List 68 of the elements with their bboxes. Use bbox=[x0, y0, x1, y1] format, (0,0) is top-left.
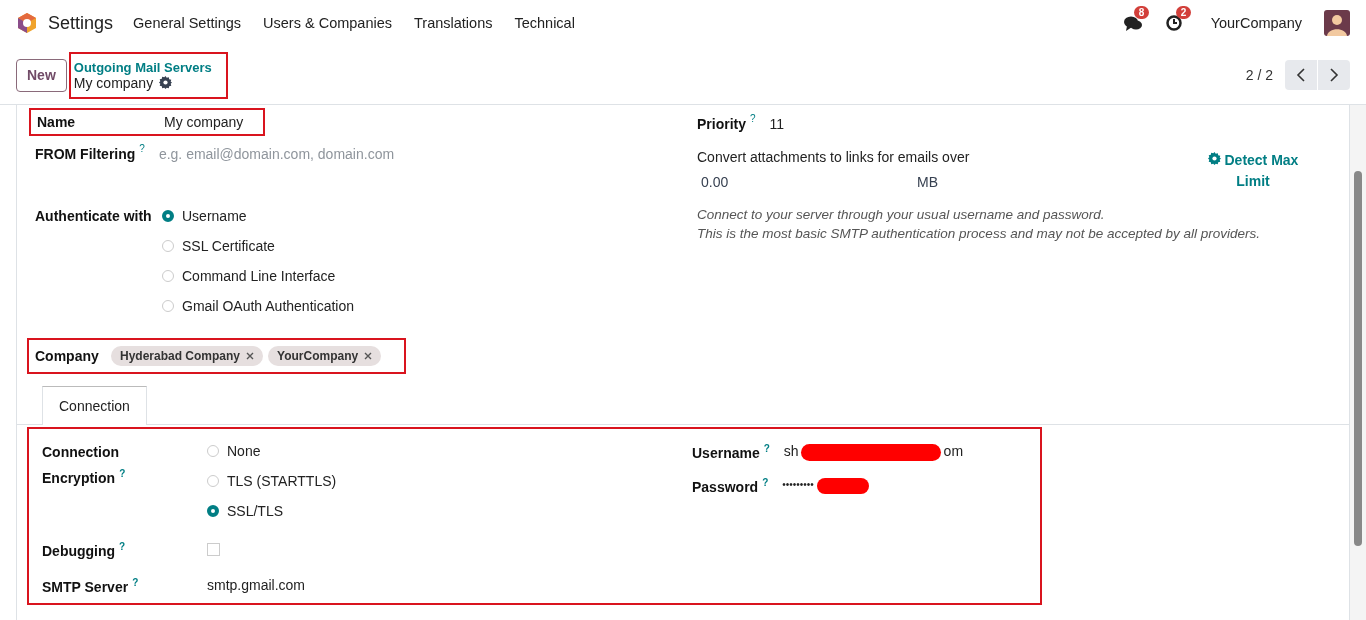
scrollbar-thumb[interactable] bbox=[1354, 171, 1362, 546]
tag-label: Hyderabad Company bbox=[120, 349, 241, 363]
pager-value: 2 / 2 bbox=[1245, 67, 1273, 83]
size-field[interactable]: 0.00 bbox=[701, 174, 917, 190]
name-field[interactable]: My company bbox=[164, 114, 244, 130]
scrollbar[interactable] bbox=[1350, 105, 1366, 620]
menu-item[interactable]: Translations bbox=[414, 15, 493, 31]
smtp-server-field[interactable]: smtp.gmail.com bbox=[207, 576, 306, 593]
help-icon[interactable]: ? bbox=[750, 113, 756, 124]
priority-field[interactable]: 11 bbox=[769, 116, 785, 132]
radio-option[interactable]: Username bbox=[162, 208, 354, 224]
field-label: Connection Encryption bbox=[42, 444, 119, 486]
radio-option[interactable]: SSL/TLS bbox=[207, 503, 337, 519]
field-label: Priority bbox=[697, 116, 746, 132]
field-label: Debugging bbox=[42, 542, 116, 559]
field-label: Convert attachments to links for emails over bbox=[697, 149, 971, 165]
menu-item[interactable]: General Settings bbox=[133, 15, 242, 31]
help-icon[interactable]: ? bbox=[139, 143, 145, 154]
field-label: Authenticate with bbox=[35, 208, 153, 224]
username-end: om bbox=[943, 443, 964, 459]
radio-option[interactable]: Gmail OAuth Authentication bbox=[162, 298, 354, 314]
message-count-badge: 8 bbox=[1133, 6, 1150, 19]
gear-icon[interactable] bbox=[159, 76, 173, 89]
help-text: This is the most basic SMTP authentication process and may not be accepted by all providers. bbox=[697, 226, 1262, 241]
radio-option[interactable]: SSL Certificate bbox=[162, 238, 354, 254]
help-icon[interactable]: ? bbox=[132, 576, 139, 588]
activity-count-badge: 2 bbox=[1175, 6, 1192, 19]
chevron-left-icon bbox=[1296, 68, 1306, 82]
field-label: Password bbox=[692, 478, 759, 495]
record-title: My company bbox=[73, 74, 154, 91]
remove-icon[interactable] bbox=[246, 352, 255, 360]
previous-button[interactable] bbox=[1285, 60, 1317, 90]
checkbox[interactable] bbox=[207, 543, 220, 557]
field-label: SMTP Server bbox=[42, 578, 129, 595]
radio-icon[interactable] bbox=[162, 210, 174, 222]
next-button[interactable] bbox=[1318, 60, 1350, 90]
app-name[interactable]: Settings bbox=[48, 12, 114, 34]
unit-label: MB bbox=[917, 174, 938, 190]
gear-icon bbox=[1207, 152, 1221, 165]
password-field[interactable]: ••••••••• bbox=[782, 477, 814, 490]
field-label: Company bbox=[35, 348, 100, 364]
field-label: Name bbox=[37, 114, 77, 130]
field-label: FROM Filtering bbox=[35, 146, 136, 162]
username-start: sh bbox=[783, 443, 799, 459]
avatar-icon[interactable] bbox=[1324, 10, 1350, 36]
tag-label: YourCompany bbox=[277, 349, 359, 363]
menu-item[interactable]: Technical bbox=[514, 15, 575, 31]
clock-icon[interactable] bbox=[1164, 14, 1183, 32]
help-icon[interactable]: ? bbox=[119, 468, 126, 479]
menu-item[interactable]: Users & Companies bbox=[263, 15, 392, 31]
company-switcher[interactable]: YourCompany bbox=[1210, 15, 1302, 31]
radio-option[interactable]: None bbox=[207, 443, 337, 459]
radio-icon[interactable] bbox=[207, 505, 219, 517]
help-icon[interactable]: ? bbox=[119, 541, 126, 552]
remove-icon[interactable] bbox=[364, 352, 373, 360]
help-icon[interactable]: ? bbox=[762, 477, 769, 488]
tab[interactable]: Connection bbox=[42, 386, 147, 425]
help-text: Connect to your server through your usual username and password. bbox=[697, 207, 1106, 222]
radio-option[interactable]: Command Line Interface bbox=[162, 268, 354, 284]
radio-option[interactable]: TLS (STARTTLS) bbox=[207, 473, 337, 489]
chat-icon[interactable] bbox=[1122, 14, 1143, 32]
field-label: Username bbox=[692, 444, 760, 461]
chevron-right-icon bbox=[1329, 68, 1339, 82]
app-logo-icon[interactable] bbox=[16, 12, 38, 34]
new-button[interactable]: New bbox=[16, 58, 67, 92]
breadcrumb-link[interactable]: Outgoing Mail Servers bbox=[73, 59, 212, 75]
detect-max-limit-button[interactable]: Detect Max Limit bbox=[1197, 149, 1309, 193]
help-icon[interactable]: ? bbox=[763, 443, 770, 454]
